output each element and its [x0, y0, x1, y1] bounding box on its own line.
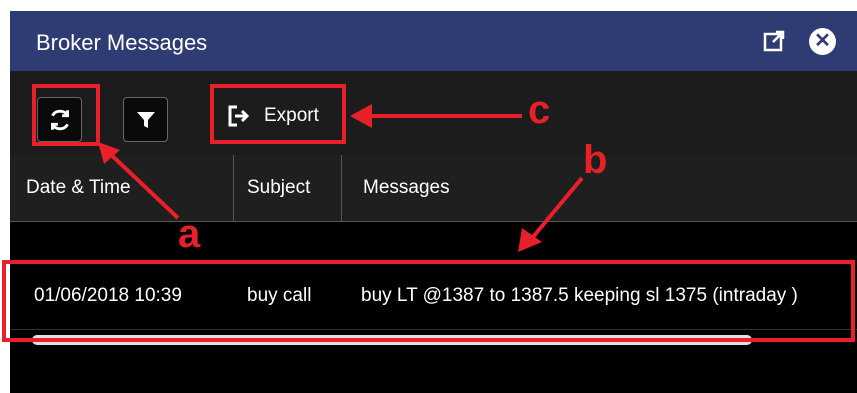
arrow-b: [526, 176, 584, 245]
annotation-label-a: a: [178, 212, 201, 256]
annotation-label-b: b: [583, 138, 608, 182]
arrow-a: [102, 146, 180, 220]
annotation-arrows: [98, 104, 584, 252]
annotation-label-c: c: [528, 88, 551, 132]
arrow-c-head: [350, 104, 372, 128]
